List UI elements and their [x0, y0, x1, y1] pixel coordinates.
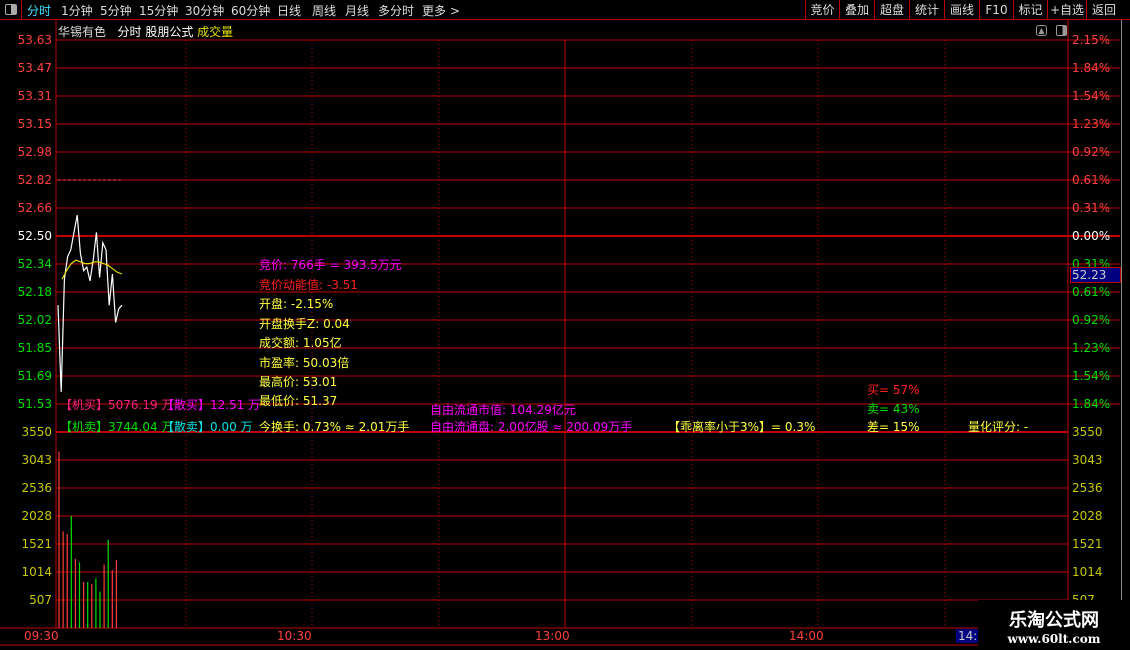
- volume-axis-label-right: 3550: [1072, 425, 1103, 439]
- pe-ratio: 市盈率: 50.03倍: [259, 356, 350, 370]
- volume-axis-label: 1014: [21, 565, 52, 579]
- watermark-logo: 乐淘公式网 www.60lt.com: [978, 600, 1130, 650]
- current-price-marker: 52.23: [1070, 267, 1121, 283]
- pct-axis-label: 0.00%: [1072, 229, 1111, 243]
- volume-axis-label-right: 3043: [1072, 453, 1103, 467]
- price-axis-label: 53.15: [17, 117, 52, 131]
- diff-pct: 差= 15%: [867, 420, 920, 434]
- volume-axis-label: 3043: [21, 453, 52, 467]
- time-axis-label: 09:30: [24, 629, 59, 643]
- pct-axis-label: 0.92%: [1072, 313, 1111, 327]
- pct-axis-label: 1.84%: [1072, 61, 1111, 75]
- pct-axis-label: 1.54%: [1072, 89, 1111, 103]
- price-axis-label: 51.53: [17, 397, 52, 411]
- pct-axis-label: 0.92%: [1072, 145, 1111, 159]
- intraday-chart[interactable]: [0, 0, 1130, 650]
- open-pct: 开盘: -2.15%: [259, 297, 334, 311]
- price-axis-label: 52.66: [17, 201, 52, 215]
- time-axis-label: 14:00: [789, 629, 824, 643]
- float-shares: 自由流通盘: 2.00亿股 ≈ 200.09万手: [430, 420, 633, 434]
- price-axis-label: 52.18: [17, 285, 52, 299]
- price-axis-label: 53.63: [17, 33, 52, 47]
- current-price: 52.23: [1072, 268, 1107, 282]
- open-turnover: 开盘换手Z: 0.04: [259, 317, 350, 331]
- quant-score: 量化评分: -: [968, 420, 1029, 434]
- high-price: 最高价: 53.01: [259, 375, 338, 389]
- price-axis-label: 51.69: [17, 369, 52, 383]
- price-axis-label: 51.85: [17, 341, 52, 355]
- price-axis-label: 52.34: [17, 257, 52, 271]
- volume-axis-label: 1521: [21, 537, 52, 551]
- inst-buy: 【机买】5076.19 万: [60, 398, 174, 412]
- price-line: [57, 214, 123, 392]
- pct-axis-label: 1.54%: [1072, 369, 1111, 383]
- volume-axis-label-right: 1521: [1072, 537, 1103, 551]
- volume-axis-label: 507: [29, 593, 52, 607]
- volume-axis-label-right: 2536: [1072, 481, 1103, 495]
- float-value: 自由流通市值: 104.29亿元: [430, 403, 576, 417]
- pct-axis-label: 0.61%: [1072, 285, 1111, 299]
- pct-axis-label: 0.61%: [1072, 173, 1111, 187]
- right-side-panel[interactable]: [1121, 20, 1130, 645]
- price-axis-label: 52.02: [17, 313, 52, 327]
- retail-sell: 【散卖】0.00 万: [162, 420, 253, 434]
- watermark-name: 乐淘公式网: [1009, 610, 1099, 631]
- pct-axis-label: 1.23%: [1072, 341, 1111, 355]
- volume-axis-label-right: 2028: [1072, 509, 1103, 523]
- price-axis-label: 52.50: [17, 229, 52, 243]
- volume-axis-label: 2536: [21, 481, 52, 495]
- volume-axis-label-right: 1014: [1072, 565, 1103, 579]
- watermark-url: www.60lt.com: [1007, 632, 1101, 646]
- volume-axis-label: 2028: [21, 509, 52, 523]
- price-axis-label: 53.47: [17, 61, 52, 75]
- time-axis-label: 10:30: [277, 629, 312, 643]
- time-axis-label: 13:00: [535, 629, 570, 643]
- retail-buy: 【散买】12.51 万: [162, 398, 261, 412]
- current-time-label: 14:4: [956, 629, 978, 643]
- pct-axis-label: 1.23%: [1072, 117, 1111, 131]
- buy-pct: 买= 57%: [867, 383, 920, 397]
- price-axis-label: 52.98: [17, 145, 52, 159]
- pct-axis-label: 2.15%: [1072, 33, 1111, 47]
- sell-pct: 卖= 43%: [867, 402, 920, 416]
- pct-axis-label: 1.84%: [1072, 397, 1111, 411]
- pct-axis-label: 0.31%: [1072, 201, 1111, 215]
- inst-sell: 【机卖】3744.04 万: [60, 420, 174, 434]
- turnover: 今换手: 0.73% ≈ 2.01万手: [259, 420, 410, 434]
- volume-axis-label: 3550: [21, 425, 52, 439]
- price-axis-label: 52.82: [17, 173, 52, 187]
- auction-energy: 竞价动能值: -3.51: [259, 278, 358, 292]
- deviation-rate: 【乖离率小于3%】= 0.3%: [668, 420, 816, 434]
- price-axis-label: 53.31: [17, 89, 52, 103]
- low-price: 最低价: 51.37: [259, 394, 338, 408]
- amount: 成交额: 1.05亿: [259, 336, 342, 350]
- auction-info: 竞价: 766手 = 393.5万元: [259, 258, 402, 272]
